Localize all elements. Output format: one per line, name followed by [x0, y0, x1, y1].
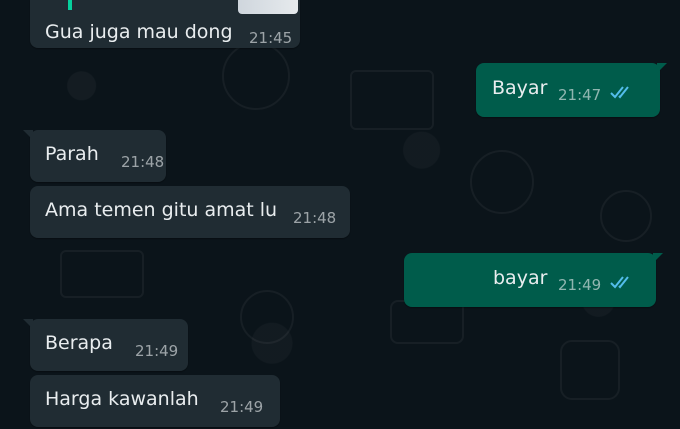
- message-time: 21:49: [558, 276, 602, 294]
- read-receipt-icon: [610, 276, 629, 289]
- message-time: 21:45: [249, 29, 293, 47]
- bubble-tail: [23, 130, 33, 140]
- message-bubble-incoming[interactable]: Harga kawanlah 21:49: [30, 375, 280, 427]
- message-time: 21:48: [293, 209, 337, 227]
- message-text: Berapa: [45, 332, 113, 354]
- message-text: Gua juga mau dong: [45, 21, 233, 43]
- message-text: Harga kawanlah: [45, 388, 199, 410]
- message-time: 21:49: [135, 342, 179, 360]
- bubble-tail: [657, 63, 667, 73]
- wallpaper-doodle: [560, 340, 620, 400]
- message-bubble-outgoing[interactable]: Bayar 21:47: [476, 63, 667, 117]
- message-bubble-incoming[interactable]: Berapa 21:49: [23, 319, 188, 371]
- message-time: 21:48: [121, 153, 165, 171]
- chat-area[interactable]: Gua juga mau dong 21:45 Bayar 21:47 Para…: [0, 0, 680, 429]
- message-text: Parah: [45, 143, 99, 165]
- message-text: bayar: [493, 267, 548, 289]
- wallpaper-doodle: [350, 70, 434, 130]
- reply-indicator: [68, 0, 72, 10]
- message-text: Bayar: [492, 77, 548, 99]
- message-time: 21:47: [558, 86, 602, 104]
- message-bubble-incoming[interactable]: Gua juga mau dong 21:45: [30, 0, 300, 48]
- bubble-tail: [23, 319, 33, 329]
- wallpaper-doodle: [470, 150, 534, 214]
- wallpaper-doodle: [60, 250, 144, 298]
- message-bubble-outgoing[interactable]: bayar 21:49: [404, 253, 663, 307]
- message-bubble-incoming[interactable]: Ama temen gitu amat lu 21:48: [30, 186, 350, 238]
- bubble-tail: [653, 253, 663, 263]
- wallpaper-doodle: [600, 190, 652, 242]
- message-time: 21:49: [220, 398, 264, 416]
- image-thumbnail[interactable]: [238, 0, 298, 14]
- wallpaper-doodle: [222, 42, 290, 110]
- message-bubble-incoming[interactable]: Parah 21:48: [23, 130, 166, 182]
- message-text: Ama temen gitu amat lu: [45, 199, 278, 221]
- wallpaper-doodle: [240, 290, 294, 344]
- read-receipt-icon: [610, 86, 629, 99]
